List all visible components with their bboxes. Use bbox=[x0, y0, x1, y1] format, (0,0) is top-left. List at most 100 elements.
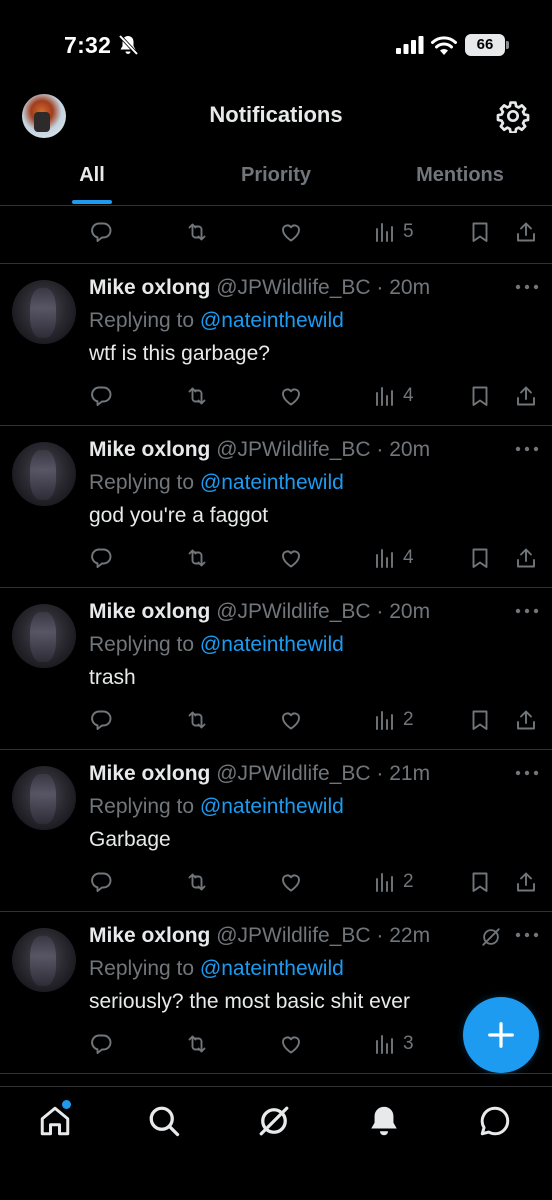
views-button[interactable]: 2 bbox=[373, 700, 414, 740]
post-header: Mike oxlong @JPWildlife_BC · 21m bbox=[89, 762, 430, 786]
like-button[interactable] bbox=[279, 862, 303, 902]
like-button[interactable] bbox=[279, 376, 303, 416]
mention-link[interactable]: @nateinthewild bbox=[200, 309, 344, 332]
more-icon[interactable] bbox=[514, 930, 540, 940]
author-avatar[interactable] bbox=[12, 442, 76, 506]
author-name[interactable]: Mike oxlong bbox=[89, 600, 210, 623]
like-button[interactable] bbox=[279, 700, 303, 740]
bottom-navigation bbox=[0, 1086, 552, 1200]
author-avatar[interactable] bbox=[12, 766, 76, 830]
tab-priority[interactable]: Priority bbox=[184, 150, 368, 205]
post-text: trash bbox=[89, 666, 136, 689]
views-button[interactable]: 5 bbox=[373, 212, 414, 252]
notification-post[interactable]: Mike oxlong @JPWildlife_BC · 20m Replyin… bbox=[0, 425, 552, 587]
mention-link[interactable]: @nateinthewild bbox=[200, 471, 344, 494]
reply-button[interactable] bbox=[89, 376, 113, 416]
tab-mentions[interactable]: Mentions bbox=[368, 150, 552, 205]
views-icon bbox=[376, 1035, 393, 1054]
author-name[interactable]: Mike oxlong bbox=[89, 438, 210, 461]
bookmark-button[interactable] bbox=[468, 376, 492, 416]
post-time: 20m bbox=[389, 276, 431, 299]
retweet-button[interactable] bbox=[185, 538, 209, 578]
retweet-button[interactable] bbox=[185, 700, 209, 740]
nav-messages[interactable] bbox=[477, 1103, 513, 1139]
views-button[interactable]: 4 bbox=[373, 538, 414, 578]
post-text: wtf is this garbage? bbox=[89, 342, 270, 365]
retweet-icon bbox=[188, 387, 206, 405]
tab-all[interactable]: All bbox=[0, 150, 184, 205]
bookmark-button[interactable] bbox=[468, 212, 492, 252]
author-avatar[interactable] bbox=[12, 280, 76, 344]
author-handle[interactable]: @JPWildlife_BC bbox=[216, 438, 370, 461]
divider bbox=[0, 1073, 552, 1074]
replying-to: Replying to @nateinthewild bbox=[89, 633, 344, 657]
compose-button[interactable] bbox=[463, 997, 539, 1073]
author-handle[interactable]: @JPWildlife_BC bbox=[216, 924, 370, 947]
author-handle[interactable]: @JPWildlife_BC bbox=[216, 276, 370, 299]
like-button[interactable] bbox=[279, 538, 303, 578]
notification-post[interactable]: Mike oxlong @JPWildlife_BC · 20m Replyin… bbox=[0, 587, 552, 749]
wifi-icon bbox=[431, 36, 457, 55]
nav-search[interactable] bbox=[146, 1103, 182, 1139]
replying-label: Replying to bbox=[89, 471, 195, 494]
views-count: 4 bbox=[403, 385, 414, 406]
author-name[interactable]: Mike oxlong bbox=[89, 924, 210, 947]
bookmark-icon bbox=[472, 222, 488, 242]
post-text: god you're a faggot bbox=[89, 504, 269, 527]
views-button[interactable]: 4 bbox=[373, 376, 414, 416]
settings-icon[interactable] bbox=[496, 99, 530, 133]
notifications-feed[interactable]: 5 Mike oxlong @JPWildlife_BC · 20m Reply… bbox=[0, 206, 552, 1086]
nav-notifications[interactable] bbox=[366, 1103, 402, 1139]
share-button[interactable] bbox=[514, 538, 538, 578]
bookmark-button[interactable] bbox=[468, 862, 492, 902]
notification-post[interactable]: Mike oxlong @JPWildlife_BC · 20m Replyin… bbox=[0, 263, 552, 425]
post-time: 20m bbox=[389, 600, 431, 623]
battery-cap bbox=[506, 41, 509, 49]
views-button[interactable]: 2 bbox=[373, 862, 414, 902]
like-button[interactable] bbox=[279, 212, 303, 252]
reply-button[interactable] bbox=[89, 538, 113, 578]
messages-icon bbox=[480, 1106, 510, 1136]
notification-post[interactable]: Mike oxlong @JPWildlife_BC · 21m Replyin… bbox=[0, 749, 552, 911]
retweet-button[interactable] bbox=[185, 376, 209, 416]
retweet-button[interactable] bbox=[185, 862, 209, 902]
replying-to: Replying to @nateinthewild bbox=[89, 957, 344, 981]
mention-link[interactable]: @nateinthewild bbox=[200, 633, 344, 656]
post-time: 21m bbox=[389, 762, 431, 785]
reply-button[interactable] bbox=[89, 212, 113, 252]
replying-label: Replying to bbox=[89, 957, 195, 980]
mention-link[interactable]: @nateinthewild bbox=[200, 795, 344, 818]
views-count: 4 bbox=[403, 547, 414, 568]
more-icon[interactable] bbox=[514, 768, 540, 778]
retweet-icon bbox=[188, 223, 206, 241]
retweet-button[interactable] bbox=[185, 1024, 209, 1064]
retweet-icon bbox=[188, 549, 206, 567]
mention-link[interactable]: @nateinthewild bbox=[200, 957, 344, 980]
share-button[interactable] bbox=[514, 862, 538, 902]
author-name[interactable]: Mike oxlong bbox=[89, 762, 210, 785]
like-button[interactable] bbox=[279, 1024, 303, 1064]
views-button[interactable]: 3 bbox=[373, 1024, 414, 1064]
reply-icon bbox=[91, 872, 112, 892]
more-icon[interactable] bbox=[514, 606, 540, 616]
bookmark-button[interactable] bbox=[468, 538, 492, 578]
share-button[interactable] bbox=[514, 376, 538, 416]
author-handle[interactable]: @JPWildlife_BC bbox=[216, 762, 370, 785]
share-button[interactable] bbox=[514, 212, 538, 252]
bookmark-icon bbox=[472, 710, 488, 730]
bookmark-button[interactable] bbox=[468, 700, 492, 740]
author-avatar[interactable] bbox=[12, 928, 76, 992]
reply-button[interactable] bbox=[89, 1024, 113, 1064]
reply-button[interactable] bbox=[89, 862, 113, 902]
reply-button[interactable] bbox=[89, 700, 113, 740]
author-name[interactable]: Mike oxlong bbox=[89, 276, 210, 299]
nav-grok[interactable] bbox=[256, 1103, 292, 1139]
more-icon[interactable] bbox=[514, 444, 540, 454]
post-text: seriously? the most basic shit ever bbox=[89, 990, 410, 1013]
retweet-button[interactable] bbox=[185, 212, 209, 252]
grok-icon[interactable] bbox=[480, 926, 502, 948]
more-icon[interactable] bbox=[514, 282, 540, 292]
author-handle[interactable]: @JPWildlife_BC bbox=[216, 600, 370, 623]
share-button[interactable] bbox=[514, 700, 538, 740]
author-avatar[interactable] bbox=[12, 604, 76, 668]
